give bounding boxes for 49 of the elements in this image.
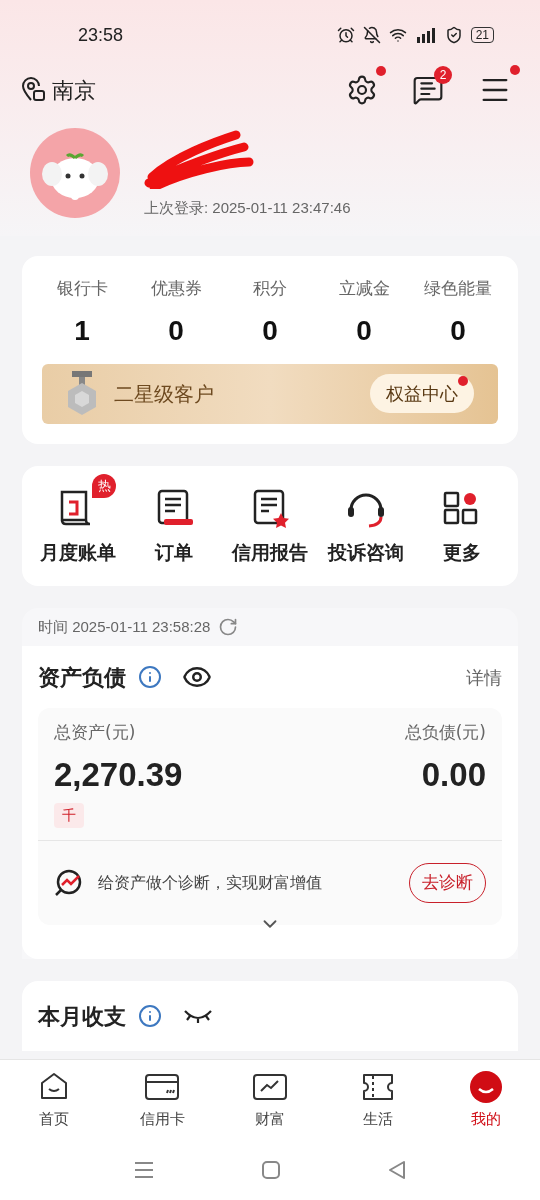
stat-item[interactable]: 积分 0 xyxy=(230,276,310,352)
stat-item[interactable]: 银行卡 1 xyxy=(42,276,122,352)
unit-tag: 千 xyxy=(54,803,84,828)
info-icon[interactable] xyxy=(138,1004,162,1028)
benefits-center-button[interactable]: 权益中心 xyxy=(370,374,474,413)
timestamp-text: 时间 2025-01-11 23:58:28 xyxy=(38,616,211,637)
stat-item[interactable]: 立减金 0 xyxy=(324,276,404,352)
alarm-icon xyxy=(336,26,355,44)
total-liabilities-label: 总负债(元) xyxy=(404,721,486,744)
stat-item[interactable]: 绿色能量 0 xyxy=(418,276,498,352)
battery-indicator: 21 xyxy=(470,27,494,43)
smile-icon xyxy=(469,1069,503,1104)
location-pin-icon xyxy=(20,77,46,103)
diagnosis-text: 给资产做个诊断，实现财富增值 xyxy=(98,872,322,894)
info-icon[interactable] xyxy=(138,665,162,689)
back-icon[interactable] xyxy=(387,1160,407,1180)
signal-icon xyxy=(414,27,437,43)
shortcut-item[interactable]: 订单 xyxy=(126,473,222,566)
location-button[interactable]: 南京 xyxy=(20,73,96,107)
mute-icon xyxy=(362,26,381,44)
messages-button[interactable]: 2 xyxy=(404,66,452,114)
tab-bar-item[interactable]: 首页 xyxy=(14,1069,94,1131)
medal-icon xyxy=(66,370,98,417)
section-title: 本月收支 xyxy=(38,1002,126,1031)
shortcut-item[interactable]: 热 月度账单 xyxy=(30,473,126,566)
stat-item[interactable]: 优惠券 0 xyxy=(136,276,216,352)
total-liabilities-value: 0.00 xyxy=(421,754,486,795)
shortcut-item[interactable]: 更多 xyxy=(414,473,510,566)
details-link[interactable]: 详情 xyxy=(466,663,502,691)
total-assets-value: 2,270.39 xyxy=(54,754,183,795)
wifi-icon xyxy=(388,26,407,44)
tab-bar-item[interactable]: 生活 xyxy=(338,1069,418,1131)
shield-icon xyxy=(444,26,463,44)
home-nav-icon[interactable] xyxy=(261,1160,281,1180)
total-assets-label: 总资产(元) xyxy=(54,721,137,744)
settings-icon xyxy=(346,74,378,106)
shortcut-item[interactable]: 投诉咨询 xyxy=(318,473,414,566)
section-title: 资产负债 xyxy=(38,663,126,692)
recent-apps-icon[interactable] xyxy=(133,1161,155,1179)
refresh-icon[interactable] xyxy=(218,617,239,637)
tab-bar-item[interactable]: 我的 xyxy=(446,1069,526,1131)
shortcut-item[interactable]: 信用报告 xyxy=(222,473,318,566)
tier-label: 二星级客户 xyxy=(114,380,214,408)
tab-bar-item[interactable]: 信用卡 xyxy=(122,1069,202,1131)
tab-bar-item[interactable]: 财富 xyxy=(230,1069,310,1131)
status-time: 23:58 xyxy=(78,23,124,47)
message-count-badge: 2 xyxy=(434,66,452,84)
last-login-text: 上次登录: 2025-01-11 23:47:46 xyxy=(144,197,351,218)
hot-badge: 热 xyxy=(92,473,116,498)
